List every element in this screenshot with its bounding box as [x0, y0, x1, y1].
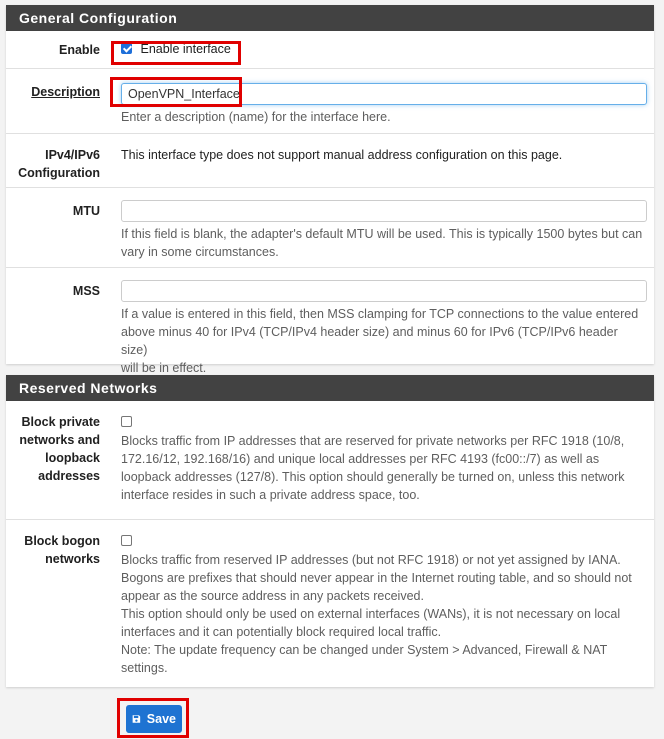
- ip-config-label-line1: IPv4/IPv6: [45, 148, 100, 162]
- mss-help-line: above minus 40 for IPv4 (TCP/IPv4 header…: [121, 325, 618, 357]
- mss-row: MSS If a value is entered in this field,…: [6, 268, 654, 375]
- ip-config-row: IPv4/IPv6 Configuration This interface t…: [6, 134, 654, 188]
- block-bogon-row: Block bogon networks Blocks traffic from…: [6, 520, 654, 687]
- reserved-networks-heading: Reserved Networks: [6, 375, 654, 401]
- block-bogon-help: Blocks traffic from reserved IP addresse…: [121, 551, 646, 677]
- block-bogon-control: Blocks traffic from reserved IP addresse…: [121, 533, 646, 677]
- save-highlight-box: [117, 698, 189, 738]
- help-line: Blocks traffic from IP addresses that ar…: [121, 434, 625, 448]
- label-line: Block bogon: [24, 534, 100, 548]
- block-private-help: Blocks traffic from IP addresses that ar…: [121, 432, 646, 504]
- label-line: networks and: [19, 433, 100, 447]
- mss-help-line: If a value is entered in this field, the…: [121, 307, 639, 321]
- mtu-help-line: vary in some circumstances.: [121, 245, 279, 259]
- description-label: Description: [31, 85, 100, 99]
- enable-label: Enable: [59, 43, 100, 57]
- ip-config-label: IPv4/IPv6 Configuration: [0, 146, 100, 182]
- block-private-row: Block private networks and loopback addr…: [6, 401, 654, 520]
- description-help: Enter a description (name) for the inter…: [121, 110, 391, 124]
- mtu-label: MTU: [72, 204, 100, 218]
- label-line: loopback: [45, 451, 100, 465]
- ip-config-label-line2: Configuration: [18, 166, 100, 180]
- label-line: Block private: [21, 415, 100, 429]
- mtu-input[interactable]: [121, 200, 647, 222]
- help-line: Bogons are prefixes that should never ap…: [121, 571, 632, 585]
- reserved-networks-panel: Reserved Networks Block private networks…: [6, 375, 654, 687]
- mss-help: If a value is entered in this field, the…: [121, 305, 646, 377]
- label-line: addresses: [38, 469, 100, 483]
- help-line: interfaces and it can potentially block …: [121, 625, 442, 639]
- block-bogon-label: Block bogon networks: [0, 532, 100, 568]
- mtu-row: MTU If this field is blank, the adapter'…: [6, 188, 654, 268]
- help-line: Blocks traffic from reserved IP addresse…: [121, 553, 621, 567]
- enable-highlight-box: [111, 41, 241, 65]
- ip-config-text: This interface type does not support man…: [121, 148, 563, 162]
- mss-input[interactable]: [121, 280, 647, 302]
- description-highlight-box: [110, 77, 242, 107]
- general-configuration-heading: General Configuration: [6, 5, 654, 31]
- help-line: settings.: [121, 661, 168, 675]
- mss-label: MSS: [72, 284, 100, 298]
- block-bogon-checkbox[interactable]: [121, 535, 132, 547]
- help-line: appear as the source address in any pack…: [121, 589, 424, 603]
- label-line: networks: [45, 552, 100, 566]
- block-private-control: Blocks traffic from IP addresses that ar…: [121, 414, 646, 504]
- help-line: This option should only be used on exter…: [121, 607, 621, 621]
- help-line: interface resides in such a private addr…: [121, 488, 420, 502]
- general-configuration-panel: General Configuration Enable Enable inte…: [6, 5, 654, 375]
- help-line: 172.16/12, 192.168/16) and unique local …: [121, 452, 600, 466]
- mtu-help: If this field is blank, the adapter's de…: [121, 225, 646, 261]
- block-private-checkbox[interactable]: [121, 416, 132, 428]
- mss-control: If a value is entered in this field, the…: [121, 280, 647, 377]
- block-private-label: Block private networks and loopback addr…: [0, 413, 100, 485]
- mtu-help-line: If this field is blank, the adapter's de…: [121, 227, 643, 241]
- help-line: loopback addresses (127/8). This option …: [121, 470, 625, 484]
- help-line: Note: The update frequency can be change…: [121, 643, 608, 657]
- description-row: Description Enter a description (name) f…: [6, 69, 654, 134]
- mtu-control: If this field is blank, the adapter's de…: [121, 200, 647, 261]
- enable-row: Enable Enable interface: [6, 31, 654, 69]
